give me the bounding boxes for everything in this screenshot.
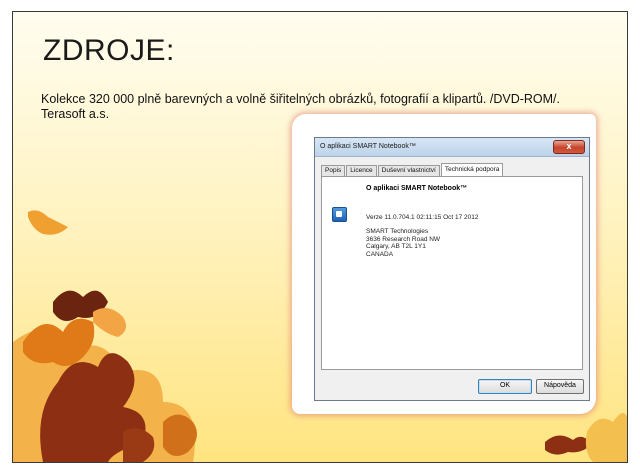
about-dialog: O aplikaci SMART Notebook™ x Popis Licen… <box>314 137 590 401</box>
smart-notebook-app-icon <box>332 207 347 222</box>
address-line: 3636 Research Road NW <box>366 235 441 243</box>
version-text: Verze 11.0.704.1 02:11:15 Oct 17 2012 <box>366 214 479 221</box>
tab-panel: O aplikaci SMART Notebook™ Verze 11.0.70… <box>321 176 583 370</box>
leaf-cluster-bottom-left <box>13 210 197 462</box>
slide-title: ZDROJE: <box>43 34 175 67</box>
help-button[interactable]: Nápověda <box>536 379 584 394</box>
tab-popis[interactable]: Popis <box>321 165 346 176</box>
close-button[interactable]: x <box>553 140 585 154</box>
ok-button[interactable]: OK <box>478 379 532 394</box>
about-heading: O aplikaci SMART Notebook™ <box>366 185 468 192</box>
address-line: CANADA <box>366 250 394 258</box>
leaf-cluster-bottom-right <box>545 413 627 462</box>
tab-technicka-podpora[interactable]: Technická podpora <box>440 163 504 176</box>
close-icon: x <box>566 141 572 151</box>
address-line: Calgary, AB T2L 1Y1 <box>366 243 426 250</box>
dialog-titlebar[interactable]: O aplikaci SMART Notebook™ x <box>315 138 589 157</box>
tab-licence[interactable]: Licence <box>346 165 377 176</box>
tab-dusevni-vlastnictvi[interactable]: Duševní vlastnictví <box>377 165 440 176</box>
company-address: SMART Technologies 3636 Research Road NW… <box>366 228 440 258</box>
dialog-tabs: Popis Licence Duševní vlastnictví Techni… <box>321 163 504 176</box>
dialog-title: O aplikaci SMART Notebook™ <box>320 143 416 150</box>
address-line: SMART Technologies <box>366 228 429 235</box>
